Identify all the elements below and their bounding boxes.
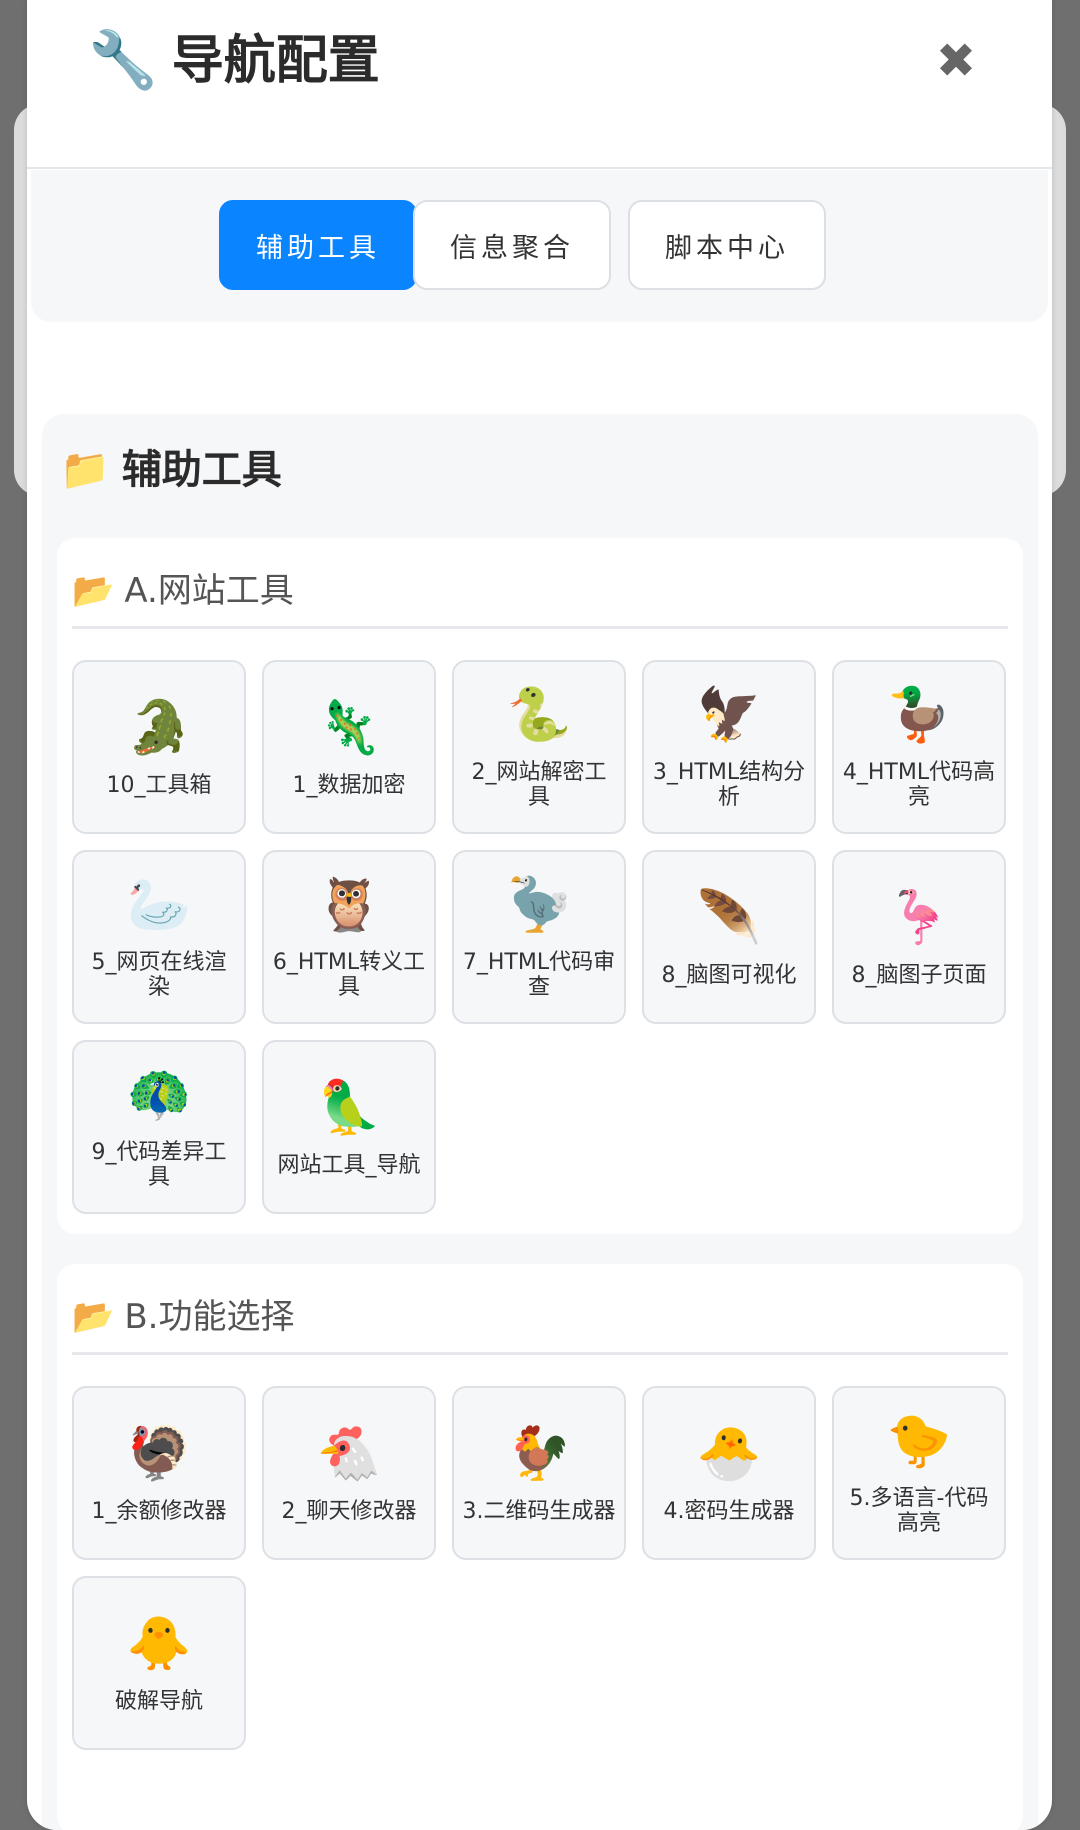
folder-icon: 📁: [60, 447, 110, 493]
tile-label: 2_网站解密工具: [471, 760, 607, 810]
lizard-icon: 🦎: [316, 697, 382, 758]
tile-label: 3.二维码生成器: [462, 1498, 616, 1524]
tile-label: 网站工具_导航: [277, 1152, 421, 1178]
group-title: A.网站工具: [124, 571, 294, 611]
tile-qr-generator[interactable]: 🐓 3.二维码生成器: [452, 1386, 626, 1560]
tile-label: 5_网页在线渲染: [91, 950, 227, 1000]
tile-mindmap[interactable]: 🪶 8_脑图可视化: [642, 850, 816, 1024]
tile-label: 破解导航: [114, 1688, 203, 1714]
front-facing-chick-icon: 🐥: [126, 1613, 192, 1674]
modal-title: 🔧 导航配置: [88, 26, 380, 96]
modal-header: 🔧 导航配置 ✖: [27, 0, 1052, 169]
tile-label: 8_脑图子页面: [851, 962, 987, 988]
tile-html-escape[interactable]: 🦉 6_HTML转义工具: [262, 850, 436, 1024]
open-folder-icon: 📂: [72, 571, 115, 611]
section-header: 📁 辅助工具: [60, 442, 282, 498]
tile-label: 6_HTML转义工具: [272, 950, 426, 1000]
tile-label: 2_聊天修改器: [281, 1498, 417, 1524]
navigation-config-modal: 🔧 导航配置 ✖ 辅助工具 信息聚合 脚本中心 📁 辅助工具 📂 A.网站工具 …: [27, 0, 1052, 1830]
tile-chat-editor[interactable]: 🐔 2_聊天修改器: [262, 1386, 436, 1560]
wrench-icon: 🔧: [88, 28, 158, 93]
tile-html-structure[interactable]: 🦅 3_HTML结构分析: [642, 660, 816, 834]
rooster-icon: 🐓: [506, 1423, 572, 1484]
turkey-icon: 🦃: [126, 1423, 192, 1484]
tile-label: 4_HTML代码高亮: [842, 760, 996, 810]
tile-html-highlight[interactable]: 🦆 4_HTML代码高亮: [832, 660, 1006, 834]
open-folder-icon: 📂: [72, 1297, 115, 1337]
close-button[interactable]: ✖: [925, 30, 987, 92]
tab-bar: 辅助工具 信息聚合 脚本中心: [31, 170, 1048, 322]
tile-html-review[interactable]: 🦤 7_HTML代码审查: [452, 850, 626, 1024]
tile-crack-nav[interactable]: 🐥 破解导航: [72, 1576, 246, 1750]
section-tools: 📁 辅助工具 📂 A.网站工具 🐊 10_工具箱 🦎 1_数据加密 🐍 2_网站…: [42, 414, 1038, 1830]
parrot-icon: 🦜: [316, 1077, 382, 1138]
section-title: 辅助工具: [121, 447, 282, 493]
group-header: 📂 A.网站工具: [72, 556, 1008, 629]
tile-toolbox[interactable]: 🐊 10_工具箱: [72, 660, 246, 834]
tile-label: 7_HTML代码审查: [462, 950, 616, 1000]
tile-site-decrypt[interactable]: 🐍 2_网站解密工具: [452, 660, 626, 834]
tab-scripts[interactable]: 脚本中心: [628, 200, 826, 290]
tab-tools[interactable]: 辅助工具: [219, 200, 417, 290]
eagle-icon: 🦅: [696, 685, 762, 745]
feather-icon: 🪶: [696, 887, 762, 948]
tile-data-encrypt[interactable]: 🦎 1_数据加密: [262, 660, 436, 834]
snake-icon: 🐍: [506, 685, 572, 745]
chicken-icon: 🐔: [316, 1423, 382, 1484]
tile-label: 3_HTML结构分析: [652, 760, 806, 810]
tile-label: 5.多语言-代码高亮: [849, 1486, 989, 1536]
tile-label: 1_数据加密: [292, 772, 406, 798]
owl-icon: 🦉: [316, 875, 382, 935]
duck-icon: 🦆: [886, 685, 952, 745]
baby-chick-icon: 🐤: [886, 1411, 952, 1471]
group-title: B.功能选择: [124, 1297, 295, 1337]
peacock-icon: 🦚: [126, 1065, 192, 1125]
group-header: 📂 B.功能选择: [72, 1282, 1008, 1355]
flamingo-icon: 🦩: [886, 887, 952, 948]
tile-web-render[interactable]: 🦢 5_网页在线渲染: [72, 850, 246, 1024]
tile-password-generator[interactable]: 🐣 4.密码生成器: [642, 1386, 816, 1560]
tile-label: 8_脑图可视化: [661, 962, 797, 988]
dodo-icon: 🦤: [506, 875, 572, 935]
tool-grid: 🦃 1_余额修改器 🐔 2_聊天修改器 🐓 3.二维码生成器 🐣 4.密码生成器…: [72, 1386, 1012, 1750]
group-website-tools: 📂 A.网站工具 🐊 10_工具箱 🦎 1_数据加密 🐍 2_网站解密工具 🦅: [57, 538, 1023, 1234]
tile-code-diff[interactable]: 🦚 9_代码差异工具: [72, 1040, 246, 1214]
tile-site-nav[interactable]: 🦜 网站工具_导航: [262, 1040, 436, 1214]
tab-info[interactable]: 信息聚合: [413, 200, 611, 290]
tile-mindmap-subpage[interactable]: 🦩 8_脑图子页面: [832, 850, 1006, 1024]
crocodile-icon: 🐊: [126, 697, 192, 758]
hatching-chick-icon: 🐣: [696, 1423, 762, 1484]
modal-title-text: 导航配置: [171, 31, 380, 91]
tile-balance-editor[interactable]: 🦃 1_余额修改器: [72, 1386, 246, 1560]
tool-grid: 🐊 10_工具箱 🦎 1_数据加密 🐍 2_网站解密工具 🦅 3_HTML结构分…: [72, 660, 1012, 1214]
tile-label: 9_代码差异工具: [91, 1140, 227, 1190]
tile-label: 1_余额修改器: [91, 1498, 227, 1524]
tile-label: 4.密码生成器: [663, 1498, 795, 1524]
tile-label: 10_工具箱: [106, 772, 212, 798]
group-function-select: 📂 B.功能选择 🦃 1_余额修改器 🐔 2_聊天修改器 🐓 3.二维码生成器 …: [57, 1264, 1023, 1830]
tile-multilang-highlight[interactable]: 🐤 5.多语言-代码高亮: [832, 1386, 1006, 1560]
swan-icon: 🦢: [126, 875, 192, 935]
